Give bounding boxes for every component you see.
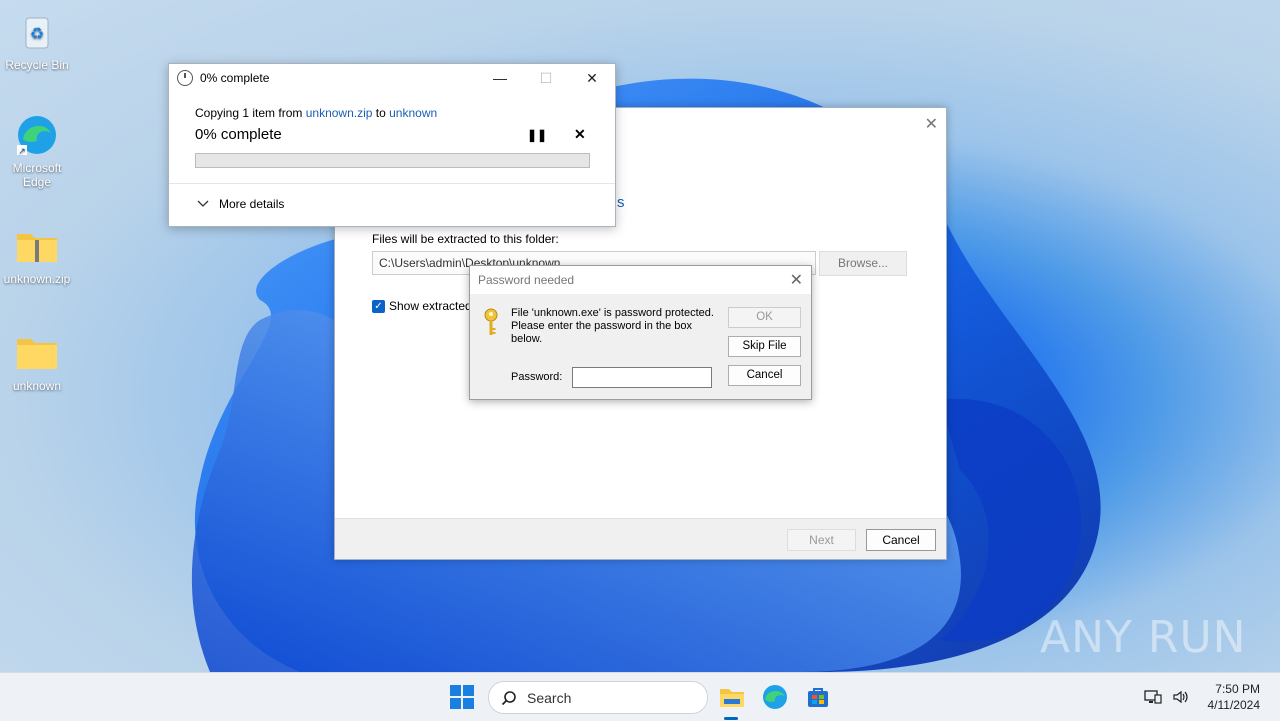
titlebar: 0% complete — ☐ ✕	[169, 64, 615, 92]
password-dialog: Password needed ✕ File 'unknown.exe' is …	[469, 265, 812, 400]
search-icon	[501, 690, 517, 706]
window-title: 0% complete	[200, 71, 269, 85]
start-button[interactable]	[450, 685, 474, 709]
chevron-down-icon	[197, 200, 209, 208]
taskbar-search[interactable]: Search	[488, 681, 708, 714]
desktop-icon-unknown-zip[interactable]: unknown.zip	[0, 224, 74, 286]
clock-date: 4/11/2024	[1208, 697, 1261, 713]
show-extracted-label: Show extracted	[389, 299, 472, 313]
more-details-label: More details	[219, 197, 284, 211]
close-button[interactable]: ✕	[569, 64, 615, 92]
system-tray: 7:50 PM 4/11/2024	[1142, 673, 1280, 721]
wizard-footer: Next Cancel	[335, 518, 946, 559]
close-icon[interactable]: ✕	[790, 270, 803, 290]
svg-text:↗: ↗	[18, 146, 26, 156]
skip-file-button[interactable]: Skip File	[728, 336, 801, 357]
progress-bar	[195, 153, 590, 168]
minimize-button[interactable]: —	[477, 64, 523, 92]
checkbox-checked-icon: ✓	[372, 300, 385, 313]
taskbar: Search 7:50 PM	[0, 672, 1280, 721]
zip-folder-icon	[15, 224, 59, 268]
desktop-icon-unknown-folder[interactable]: unknown	[0, 331, 74, 393]
password-message: File 'unknown.exe' is password protected…	[511, 307, 721, 346]
anyrun-watermark: ANY RUN	[1040, 612, 1247, 663]
windows-logo-tile	[450, 685, 461, 696]
desktop-icon-label: unknown	[13, 379, 61, 393]
browse-button[interactable]: Browse...	[819, 251, 907, 276]
copy-progress-dialog: 0% complete — ☐ ✕ Copying 1 item from un…	[168, 63, 616, 227]
divider	[169, 183, 615, 184]
edge-icon: ↗	[15, 113, 59, 157]
show-extracted-checkbox[interactable]: ✓ Show extracted	[372, 299, 472, 313]
search-placeholder: Search	[527, 690, 571, 706]
desktop-icon-edge[interactable]: ↗ Microsoft Edge	[0, 113, 74, 189]
desktop-icon-label: unknown.zip	[4, 272, 71, 286]
desktop-icon-recycle-bin[interactable]: ♻ Recycle Bin	[0, 10, 74, 72]
stop-icon[interactable]: ✕	[574, 126, 586, 143]
network-icon[interactable]	[1142, 686, 1164, 708]
taskbar-edge[interactable]	[759, 681, 791, 713]
ok-button[interactable]: OK	[728, 307, 801, 328]
titlebar: Password needed ✕	[470, 266, 811, 294]
copy-mid: to	[372, 106, 389, 120]
destination-label: Files will be extracted to this folder:	[372, 232, 559, 246]
copy-prefix: Copying 1 item from	[195, 106, 306, 120]
clock-icon	[177, 70, 193, 86]
windows-logo-tile	[463, 685, 474, 696]
windows-logo-tile	[463, 698, 474, 709]
password-input[interactable]	[572, 367, 712, 388]
recycle-bin-icon: ♻	[15, 10, 59, 54]
edge-icon	[762, 684, 788, 710]
store-icon	[806, 685, 830, 709]
destination-link[interactable]: unknown	[389, 106, 437, 120]
cancel-button[interactable]: Cancel	[728, 365, 801, 386]
taskbar-clock[interactable]: 7:50 PM 4/11/2024	[1208, 681, 1261, 713]
clock-time: 7:50 PM	[1208, 681, 1261, 697]
copy-description: Copying 1 item from unknown.zip to unkno…	[195, 106, 437, 120]
password-label: Password:	[511, 371, 562, 383]
taskbar-file-explorer[interactable]	[716, 681, 748, 713]
file-explorer-icon	[719, 686, 745, 708]
desktop-icon-label: Microsoft Edge	[7, 161, 67, 189]
volume-icon[interactable]	[1170, 686, 1192, 708]
more-details-toggle[interactable]: More details	[197, 197, 284, 211]
key-icon	[482, 308, 500, 338]
wizard-partial-link[interactable]: s	[617, 194, 625, 211]
source-link[interactable]: unknown.zip	[306, 106, 373, 120]
pause-icon[interactable]: ❚❚	[527, 128, 547, 142]
next-button[interactable]: Next	[787, 529, 856, 551]
svg-text:♻: ♻	[30, 26, 44, 43]
progress-status: 0% complete	[195, 126, 282, 143]
windows-logo-tile	[450, 698, 461, 709]
taskbar-store[interactable]	[802, 681, 834, 713]
folder-icon	[15, 331, 59, 375]
wizard-cancel-button[interactable]: Cancel	[866, 529, 936, 551]
maximize-button[interactable]: ☐	[523, 64, 569, 92]
desktop-icon-label: Recycle Bin	[5, 58, 68, 72]
window-title: Password needed	[478, 273, 574, 287]
close-icon[interactable]: ✕	[925, 114, 938, 134]
